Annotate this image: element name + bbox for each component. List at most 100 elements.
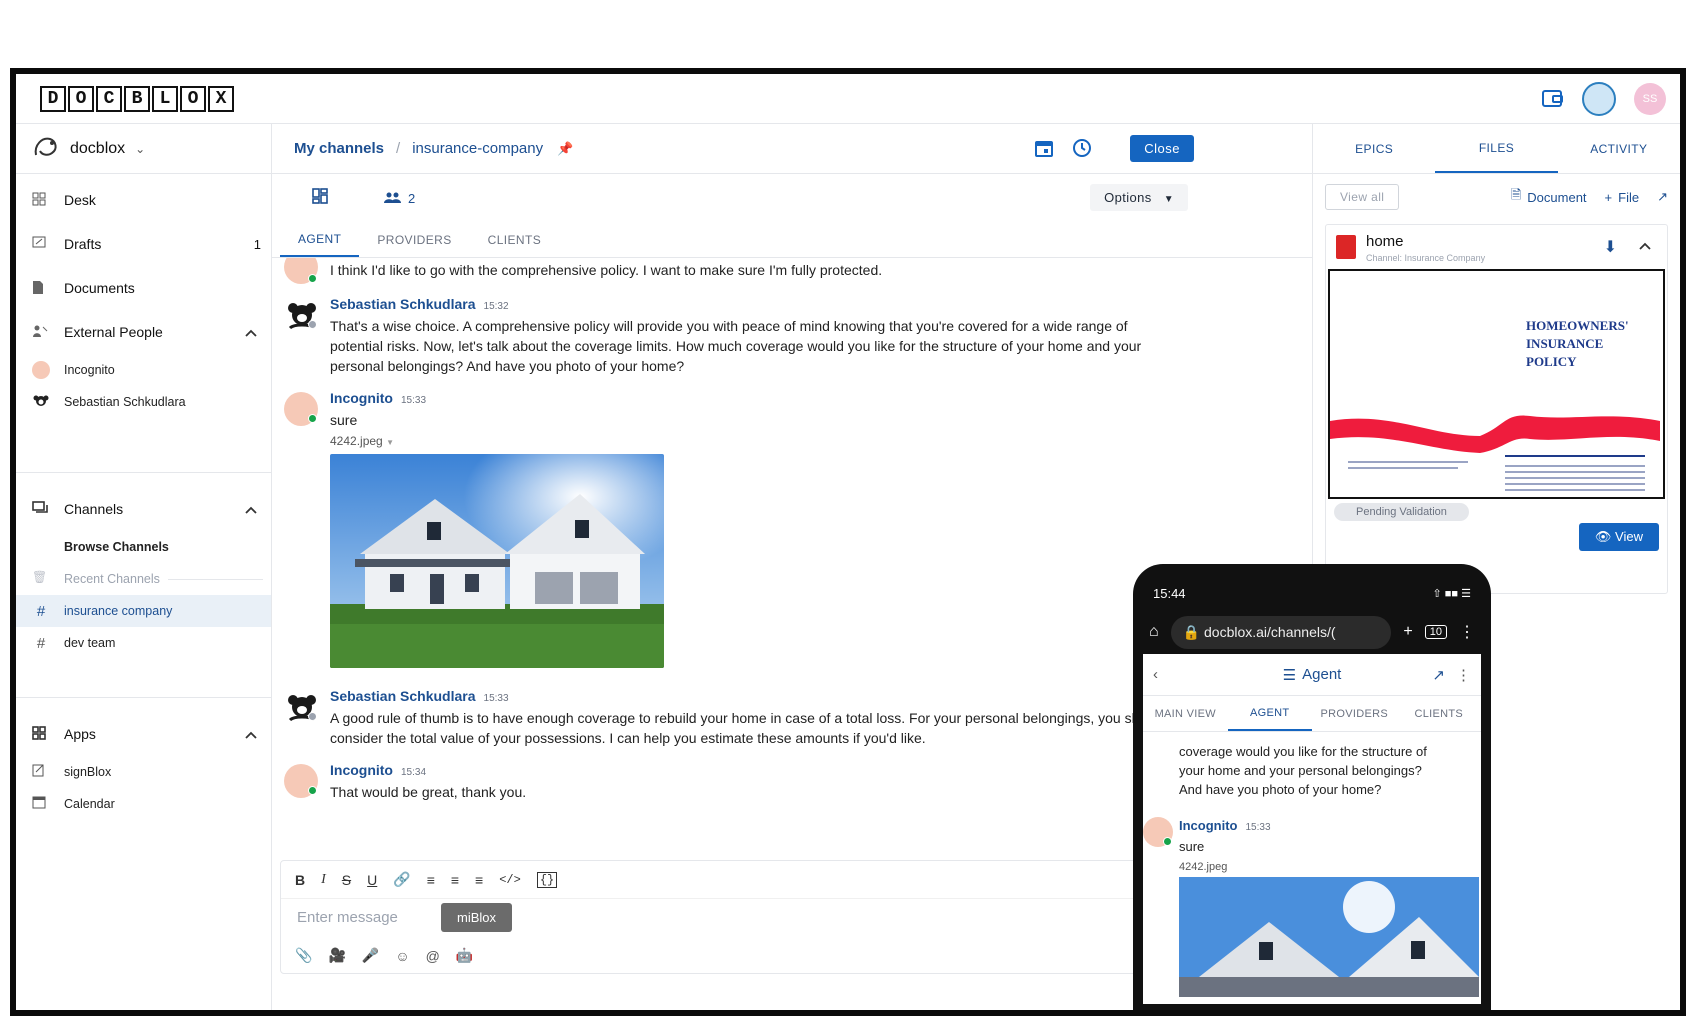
- add-file-button[interactable]: + File: [1605, 190, 1640, 205]
- grid-view-icon[interactable]: [312, 187, 328, 209]
- tab-files[interactable]: FILES: [1435, 124, 1558, 173]
- chevron-up-icon[interactable]: [245, 726, 257, 742]
- channel-dev-team[interactable]: # dev team: [16, 627, 271, 659]
- chevron-up-icon[interactable]: [245, 501, 257, 517]
- external-person-incognito[interactable]: Incognito: [16, 354, 271, 386]
- file-card[interactable]: home Channel: Insurance Company ⬇ HOMEOW…: [1325, 224, 1668, 594]
- workspace-switcher[interactable]: docblox ⌄: [16, 124, 271, 174]
- plus-icon: +: [1604, 189, 1613, 205]
- sidebar-item-drafts[interactable]: Drafts 1: [16, 222, 271, 266]
- chevron-up-icon[interactable]: [1639, 237, 1651, 255]
- more-vertical-icon[interactable]: ⋮: [1459, 622, 1475, 642]
- home-icon[interactable]: ⌂: [1149, 623, 1159, 641]
- external-person-sebastian[interactable]: Sebastian Schkudlara: [16, 386, 271, 418]
- mobile-device-preview: 15:44 ⇧ ■■ ☰ ⌂ 🔒 docblox.ai/channels/( +…: [1133, 564, 1491, 1010]
- sidebar-item-documents[interactable]: Documents: [16, 266, 271, 310]
- code-icon[interactable]: </>: [499, 873, 521, 887]
- house-photo[interactable]: [330, 454, 664, 668]
- quote-icon[interactable]: ≡: [475, 872, 483, 888]
- browse-channels-link[interactable]: Browse Channels: [16, 531, 271, 563]
- pin-icon[interactable]: 📌: [557, 141, 573, 157]
- options-dropdown[interactable]: Options ▼: [1090, 184, 1188, 211]
- link-icon[interactable]: 🔗: [393, 871, 410, 888]
- logo-letter: B: [124, 86, 150, 112]
- tab-main-view[interactable]: MAIN VIEW: [1143, 696, 1228, 731]
- bullet-list-icon[interactable]: ≡: [451, 872, 459, 888]
- tab-agent[interactable]: AGENT: [1227, 696, 1312, 731]
- author-name[interactable]: Incognito: [330, 390, 393, 406]
- italic-icon[interactable]: I: [321, 872, 326, 888]
- message: Incognito 15:33 sure 4242.jpeg: [1143, 817, 1481, 997]
- open-external-icon[interactable]: ↗: [1657, 189, 1668, 205]
- author-name[interactable]: Sebastian Schkudlara: [330, 296, 476, 312]
- calendar-icon[interactable]: [1034, 138, 1054, 163]
- top-right-actions: SS: [1542, 82, 1666, 116]
- message: Sebastian Schkudlara 15:32 That's a wise …: [272, 296, 1222, 376]
- assistant-avatar-icon[interactable]: [1582, 82, 1616, 116]
- breadcrumb-my-channels[interactable]: My channels: [294, 140, 384, 157]
- mention-icon[interactable]: @: [426, 948, 440, 964]
- attachment-icon[interactable]: 📎: [295, 947, 312, 964]
- section-apps[interactable]: Apps: [16, 712, 271, 756]
- strikethrough-icon[interactable]: S: [342, 872, 351, 888]
- view-all-button[interactable]: View all: [1325, 184, 1400, 210]
- section-external-people[interactable]: External People: [16, 310, 271, 354]
- tab-activity[interactable]: ACTIVITY: [1558, 124, 1680, 173]
- more-vertical-icon[interactable]: ⋮: [1456, 666, 1471, 684]
- author-name[interactable]: Incognito: [1179, 818, 1238, 833]
- message-input[interactable]: Enter message: [297, 909, 398, 926]
- new-tab-icon[interactable]: +: [1403, 623, 1412, 641]
- house-photo[interactable]: [1179, 877, 1479, 997]
- members-button[interactable]: 2: [384, 191, 415, 206]
- message: Incognito 15:34 That would be great, than…: [272, 762, 1222, 802]
- section-channels[interactable]: Channels: [16, 487, 271, 531]
- close-button[interactable]: Close: [1130, 135, 1194, 162]
- chevron-up-icon[interactable]: [245, 324, 257, 340]
- download-icon[interactable]: ⬇: [1604, 237, 1617, 257]
- back-icon[interactable]: ‹: [1153, 666, 1158, 683]
- user-avatar[interactable]: SS: [1634, 83, 1666, 115]
- chat-icon: ☰: [1282, 666, 1297, 684]
- document-preview[interactable]: HOMEOWNERS' INSURANCE POLICY: [1328, 269, 1665, 499]
- tab-clients[interactable]: CLIENTS: [470, 222, 559, 257]
- attachment-filename[interactable]: 4242.jpeg ▼: [330, 434, 1222, 448]
- tab-providers[interactable]: PROVIDERS: [1312, 696, 1397, 731]
- ordered-list-icon[interactable]: ≡: [427, 872, 435, 888]
- app-signblox[interactable]: signBlox: [16, 756, 271, 788]
- phone-tabs: MAIN VIEW AGENT PROVIDERS CLIENTS: [1143, 696, 1481, 732]
- wallet-icon[interactable]: [1542, 89, 1564, 109]
- header-actions: [1034, 138, 1092, 163]
- app-window: DOCBLOX SS docblox ⌄ Desk Drafts 1 Docum…: [10, 68, 1686, 1016]
- tab-count[interactable]: 10: [1424, 625, 1447, 639]
- chevron-down-icon: ⌄: [135, 141, 146, 156]
- sidebar-item-desk[interactable]: Desk: [16, 178, 271, 222]
- docblox-logo[interactable]: DOCBLOX: [40, 86, 234, 112]
- breadcrumb-channel[interactable]: insurance-company: [412, 140, 543, 157]
- tab-epics[interactable]: EPICS: [1313, 124, 1435, 173]
- tab-agent[interactable]: AGENT: [280, 222, 360, 257]
- emoji-icon[interactable]: ☺: [395, 948, 409, 964]
- view-button[interactable]: 👁 View: [1578, 523, 1659, 551]
- channel-insurance-company[interactable]: # insurance company: [16, 595, 271, 627]
- video-icon[interactable]: 🎥: [328, 947, 345, 964]
- open-external-icon[interactable]: ↗: [1432, 666, 1445, 684]
- recent-channels-header[interactable]: 🗑 Recent Channels: [16, 563, 271, 595]
- online-status-dot: [308, 274, 317, 283]
- url-field[interactable]: 🔒 docblox.ai/channels/(: [1170, 615, 1392, 649]
- author-name[interactable]: Incognito: [330, 762, 393, 778]
- code-block-icon[interactable]: {}: [536, 871, 558, 888]
- logo-letter: O: [180, 86, 206, 112]
- bold-icon[interactable]: B: [295, 872, 305, 888]
- add-document-button[interactable]: 🗎 Document: [1511, 186, 1587, 208]
- composer-actions: 📎 🎥 🎤 ☺ @ 🤖: [295, 947, 473, 964]
- tab-clients[interactable]: CLIENTS: [1397, 696, 1482, 731]
- channel-name: dev team: [64, 636, 116, 650]
- app-calendar[interactable]: Calendar: [16, 788, 271, 820]
- ai-bot-icon[interactable]: 🤖: [456, 947, 473, 964]
- attachment-filename[interactable]: 4242.jpeg: [1179, 861, 1481, 873]
- clock-icon[interactable]: [1072, 138, 1092, 163]
- author-name[interactable]: Sebastian Schkudlara: [330, 688, 476, 704]
- underline-icon[interactable]: U: [367, 872, 377, 888]
- tab-providers[interactable]: PROVIDERS: [359, 222, 469, 257]
- microphone-icon[interactable]: 🎤: [362, 947, 379, 964]
